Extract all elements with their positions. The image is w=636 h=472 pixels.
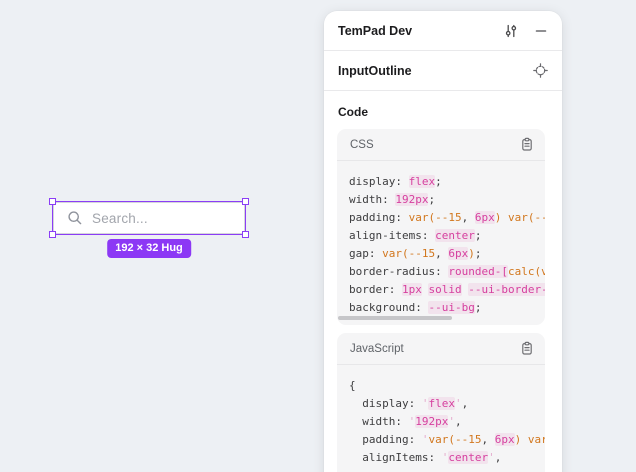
selection-handle-top-right[interactable] — [242, 198, 249, 205]
magnifier-icon — [67, 210, 83, 226]
css-language-label: CSS — [350, 139, 374, 151]
canvas-search-input-component[interactable]: Search... — [53, 202, 245, 234]
minimize-icon[interactable] — [534, 24, 548, 38]
copy-clipboard-icon[interactable] — [520, 137, 534, 152]
sliders-icon[interactable] — [503, 23, 519, 39]
tempad-dev-plugin-panel: TemPad Dev InputOutline — [324, 11, 562, 472]
code-line: display: flex; — [349, 173, 545, 191]
panel-title: TemPad Dev — [338, 24, 412, 38]
code-line: border-radius: rounded-[calc(v — [349, 263, 545, 281]
javascript-card-header: JavaScript — [337, 333, 545, 365]
selection-handle-bottom-right[interactable] — [242, 231, 249, 238]
selection-handle-top-left[interactable] — [49, 198, 56, 205]
css-code-card: CSS display: flex;width: 192px;padding: … — [337, 129, 545, 325]
javascript-code-card: JavaScript { display: 'flex', width: '19… — [337, 333, 545, 472]
code-line: background: --ui-bg; — [349, 299, 545, 317]
code-line: alignItems: 'center', — [349, 449, 545, 467]
javascript-code-area[interactable]: { display: 'flex', width: '192px', paddi… — [337, 365, 545, 472]
code-line: padding: var(--15, 6px) var(-- — [349, 209, 545, 227]
css-code-area[interactable]: display: flex;width: 192px;padding: var(… — [337, 161, 545, 325]
code-line: border: 1px solid --ui-border- — [349, 281, 545, 299]
panel-header: TemPad Dev — [324, 11, 562, 51]
css-card-header: CSS — [337, 129, 545, 161]
code-line: width: '192px', — [349, 413, 545, 431]
horizontal-scrollbar-thumb[interactable] — [338, 316, 452, 320]
search-placeholder-text: Search... — [92, 211, 148, 226]
javascript-language-label: JavaScript — [350, 343, 404, 355]
code-line: width: 192px; — [349, 191, 545, 209]
component-name: InputOutline — [338, 64, 412, 78]
selected-component-row: InputOutline — [324, 51, 562, 91]
copy-clipboard-icon[interactable] — [520, 341, 534, 356]
code-line: gap: var(--15, 6px); — [349, 245, 545, 263]
code-line: { — [349, 377, 545, 395]
code-line: display: 'flex', — [349, 395, 545, 413]
locate-target-icon[interactable] — [533, 63, 548, 78]
size-badge: 192 × 32 Hug — [107, 239, 191, 258]
code-line: align-items: center; — [349, 227, 545, 245]
code-section-label: Code — [324, 91, 562, 129]
code-line: padding: 'var(--15, 6px) var — [349, 431, 545, 449]
selection-handle-bottom-left[interactable] — [49, 231, 56, 238]
